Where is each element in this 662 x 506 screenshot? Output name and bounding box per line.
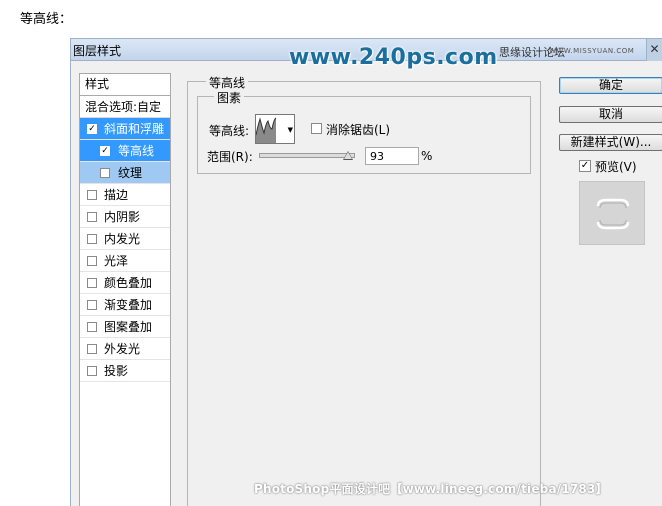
preview-checkbox[interactable]: ✓ — [579, 160, 591, 172]
style-item-inner-glow[interactable]: 内发光 — [80, 228, 170, 250]
stroke-checkbox[interactable] — [87, 190, 97, 200]
range-label: 范围(R): — [207, 150, 253, 164]
contour-checkbox[interactable]: ✓ — [100, 146, 110, 156]
inner-glow-checkbox[interactable] — [87, 234, 97, 244]
style-item-contour[interactable]: ✓ 等高线 — [80, 140, 170, 162]
range-input[interactable] — [365, 147, 419, 165]
style-preview-swatch — [579, 181, 645, 245]
style-item-label: 渐变叠加 — [104, 298, 153, 312]
anti-alias-checkbox[interactable] — [311, 123, 322, 134]
style-item-satin[interactable]: 光泽 — [80, 250, 170, 272]
pattern-overlay-checkbox[interactable] — [87, 322, 97, 332]
drop-shadow-checkbox[interactable] — [87, 366, 97, 376]
style-item-label: 内阴影 — [104, 210, 141, 224]
elements-group-title: 图素 — [214, 89, 245, 106]
title-bar: 图层样式 www.240ps.com 思缘设计论坛 WWW.MISSYUAN.C… — [71, 39, 662, 70]
close-icon[interactable]: ✕ — [646, 39, 662, 61]
style-item-color-overlay[interactable]: 颜色叠加 — [80, 272, 170, 294]
forum-watermark-footer: PhotoShop平面设计吧【www.lineeg.com/tieba/1783… — [254, 482, 608, 496]
style-item-inner-shadow[interactable]: 内阴影 — [80, 206, 170, 228]
outer-glow-checkbox[interactable] — [87, 344, 97, 354]
range-unit: % — [421, 149, 433, 163]
style-item-texture[interactable]: 纹理 — [80, 162, 170, 184]
style-item-stroke[interactable]: 描边 — [80, 184, 170, 206]
style-item-label: 图案叠加 — [104, 320, 153, 334]
chevron-down-icon[interactable]: ▼ — [288, 126, 293, 134]
style-item-drop-shadow[interactable]: 投影 — [80, 360, 170, 382]
inner-shadow-checkbox[interactable] — [87, 212, 97, 222]
style-item-label: 描边 — [104, 188, 129, 202]
page-caption: 等高线： — [20, 12, 73, 27]
contour-curve-icon — [255, 117, 277, 143]
style-item-bevel-emboss[interactable]: ✓ 斜面和浮雕 — [80, 118, 170, 140]
anti-alias-label: 消除锯齿(L) — [326, 123, 391, 137]
contour-label: 等高线: — [209, 124, 250, 138]
site-watermark: www.240ps.com — [289, 45, 498, 70]
style-item-label: 光泽 — [104, 254, 129, 268]
contour-picker[interactable]: ▼ — [255, 114, 295, 144]
styles-header[interactable]: 样式 — [80, 74, 170, 96]
style-item-label: 投影 — [104, 364, 129, 378]
color-overlay-checkbox[interactable] — [87, 278, 97, 288]
gradient-overlay-checkbox[interactable] — [87, 300, 97, 310]
style-item-label: 外发光 — [104, 342, 141, 356]
new-style-button[interactable]: 新建样式(W)... — [559, 134, 662, 151]
style-item-pattern-overlay[interactable]: 图案叠加 — [80, 316, 170, 338]
blending-options-item[interactable]: 混合选项:自定 — [80, 96, 170, 118]
satin-checkbox[interactable] — [87, 256, 97, 266]
style-item-label: 等高线 — [118, 144, 155, 158]
style-item-label: 斜面和浮雕 — [104, 122, 165, 136]
style-item-label: 内发光 — [104, 232, 141, 246]
dialog-title: 图层样式 — [73, 44, 122, 58]
style-item-label: 纹理 — [118, 166, 143, 180]
ok-button[interactable]: 确定 — [559, 77, 662, 94]
layer-style-dialog: 图层样式 www.240ps.com 思缘设计论坛 WWW.MISSYUAN.C… — [70, 38, 662, 506]
bevel-emboss-checkbox[interactable]: ✓ — [87, 124, 97, 134]
forum-url-watermark: WWW.MISSYUAN.COM — [549, 47, 635, 55]
style-item-gradient-overlay[interactable]: 渐变叠加 — [80, 294, 170, 316]
styles-list: 样式 混合选项:自定 ✓ 斜面和浮雕 ✓ 等高线 纹理 描边 内阴影 内发光 光… — [79, 73, 171, 506]
texture-checkbox[interactable] — [100, 168, 110, 178]
range-slider-thumb[interactable] — [343, 151, 354, 160]
range-slider-track[interactable] — [259, 153, 355, 158]
cancel-button[interactable]: 取消 — [559, 106, 662, 123]
style-item-outer-glow[interactable]: 外发光 — [80, 338, 170, 360]
preview-label: 预览(V) — [595, 160, 637, 174]
style-item-label: 颜色叠加 — [104, 276, 153, 290]
preview-bevel-icon — [596, 198, 630, 230]
